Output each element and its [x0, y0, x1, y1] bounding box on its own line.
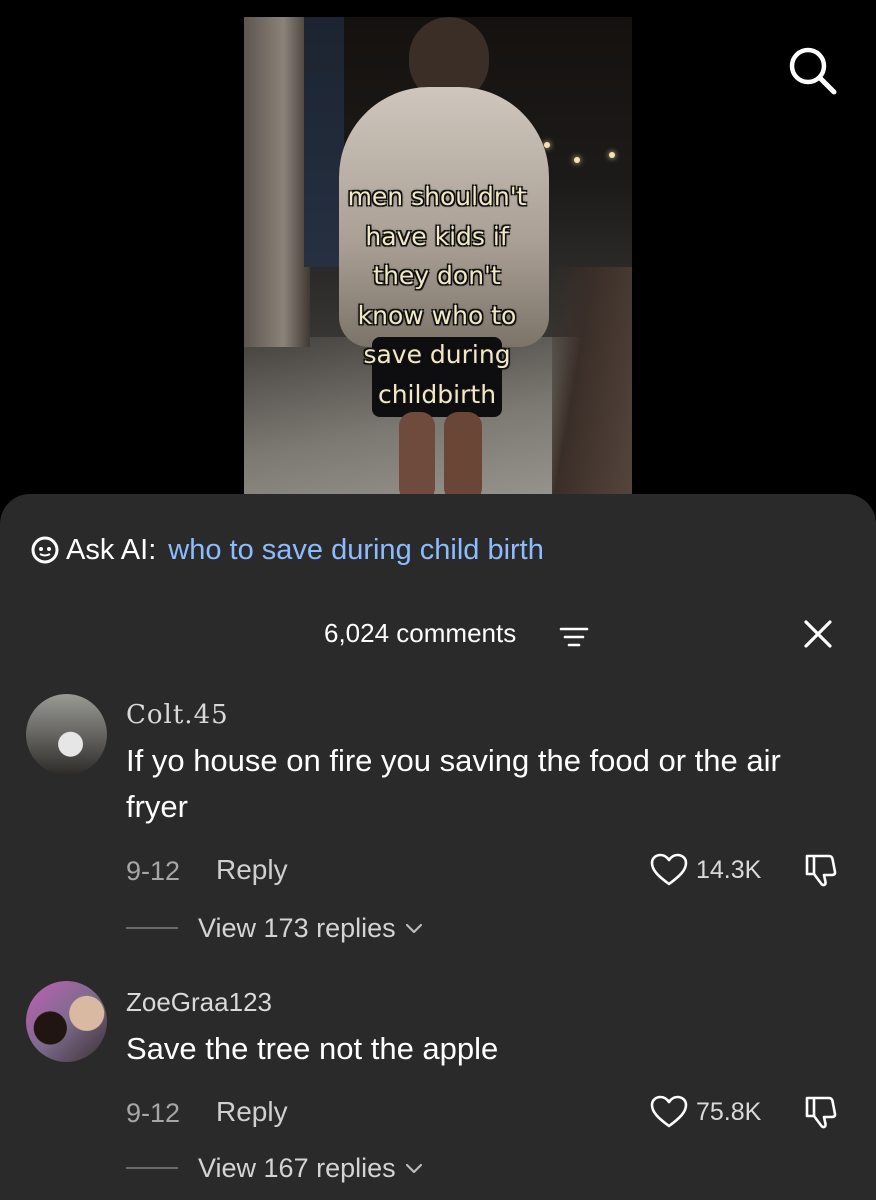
video-street-light — [544, 142, 550, 148]
like-button[interactable]: 75.8K — [650, 1094, 761, 1130]
ai-bubble-icon — [30, 535, 60, 565]
view-replies-label: View 167 replies — [198, 1152, 396, 1183]
close-button[interactable] — [800, 616, 836, 652]
reply-button[interactable]: Reply — [216, 1096, 288, 1128]
heart-icon — [650, 1095, 688, 1128]
video-caption: men shouldn't have kids if they don't kn… — [347, 182, 527, 409]
view-replies-button[interactable]: View 173 replies — [126, 912, 424, 944]
video-area: men shouldn't have kids if they don't kn… — [0, 0, 876, 520]
search-button[interactable] — [786, 44, 838, 96]
dislike-button[interactable] — [803, 1094, 839, 1130]
chevron-down-icon — [405, 1163, 422, 1174]
video-person-leg — [444, 412, 482, 497]
video-street-light — [574, 157, 580, 163]
video-street-light — [609, 152, 615, 158]
video-person-leg — [399, 412, 435, 497]
thumbs-down-icon — [805, 1096, 837, 1129]
comments-header: 6,024 comments — [0, 614, 876, 654]
dislike-button[interactable] — [803, 852, 839, 888]
thumbs-down-icon — [805, 854, 837, 887]
like-button[interactable]: 14.3K — [650, 852, 761, 888]
comments-sheet: Ask AI: who to save during child birth 6… — [0, 494, 876, 1200]
comment-date: 9-12 — [126, 856, 181, 886]
close-icon — [804, 620, 832, 648]
avatar[interactable] — [26, 694, 107, 775]
ask-ai-query[interactable]: who to save during child birth — [168, 534, 544, 567]
view-replies-button[interactable]: View 167 replies — [126, 1152, 424, 1184]
ask-ai-label: Ask AI: — [66, 533, 157, 566]
comment-text: If yo house on fire you saving the food … — [126, 743, 781, 824]
comment-username[interactable]: Colt.45 — [126, 700, 229, 730]
replies-divider — [126, 927, 178, 929]
chevron-down-icon — [405, 923, 422, 934]
filter-icon[interactable] — [559, 624, 589, 650]
view-replies-label: View 173 replies — [198, 912, 396, 943]
like-count: 14.3K — [696, 855, 762, 884]
video-building-wall — [244, 17, 310, 347]
reply-button[interactable]: Reply — [216, 854, 288, 886]
video-curb — [552, 267, 632, 497]
search-icon — [789, 47, 837, 95]
like-count: 75.8K — [696, 1097, 762, 1126]
comment-username[interactable]: ZoeGraa123 — [126, 987, 272, 1018]
ask-ai-banner[interactable]: Ask AI: who to save during child birth — [30, 530, 544, 570]
comment-text: Save the tree not the apple — [126, 1031, 499, 1066]
comment-date: 9-12 — [126, 1098, 181, 1128]
comments-count: 6,024 comments — [324, 618, 517, 648]
avatar[interactable] — [26, 981, 107, 1062]
replies-divider — [126, 1167, 178, 1169]
heart-icon — [650, 853, 688, 886]
